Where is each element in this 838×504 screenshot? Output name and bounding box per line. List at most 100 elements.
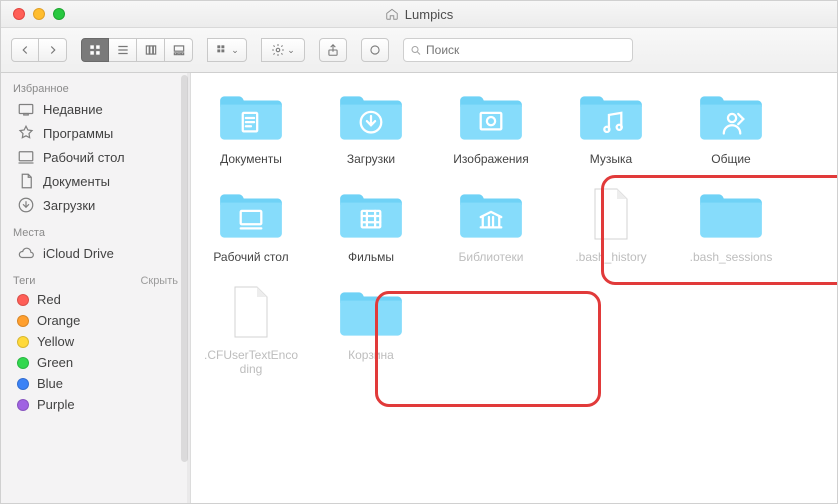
sidebar-item-label: Blue [37,376,63,391]
folder-icon [696,187,766,243]
toolbar: ⌄ ⌄ [1,28,837,73]
forward-button[interactable] [39,38,67,62]
downloads-icon [17,196,35,214]
sidebar-item-label: iCloud Drive [43,246,114,261]
sidebar-tag-red[interactable]: Red [1,289,190,310]
content-area[interactable]: Документы Загрузки Изображения Музыка Общие Р… [191,73,837,503]
folder-item[interactable]: Музыка [563,85,659,167]
recents-icon [17,100,35,118]
folder-item[interactable]: Загрузки [323,85,419,167]
action-group: ⌄ [261,38,305,62]
sidebar: Избранное Недавние Программы Рабочий сто… [1,73,191,503]
file-icon [589,187,633,243]
tag-dot-icon [17,294,29,306]
search-icon [410,44,422,57]
tag-dot-icon [17,357,29,369]
sidebar-item-downloads[interactable]: Загрузки [1,193,190,217]
view-column-button[interactable] [137,38,165,62]
tag-dot-icon [17,399,29,411]
sidebar-header-locations: Места [1,223,190,241]
folder-icon [696,89,766,145]
tag-dot-icon [17,315,29,327]
sidebar-item-label: Red [37,292,61,307]
folder-item[interactable]: Библиотеки [443,183,539,265]
folder-item[interactable]: Изображения [443,85,539,167]
item-label: .bash_history [563,251,659,265]
file-item[interactable]: .CFUserTextEncoding [203,281,299,377]
sidebar-item-label: Программы [43,126,113,141]
arrange-button[interactable]: ⌄ [207,38,247,62]
gear-icon [271,43,285,57]
arrange-group: ⌄ [207,38,247,62]
item-grid: Документы Загрузки Изображения Музыка Общие Р… [203,85,825,377]
sidebar-item-label: Недавние [43,102,103,117]
tags-button[interactable] [361,38,389,62]
sidebar-tag-blue[interactable]: Blue [1,373,190,394]
search-field[interactable] [403,38,633,62]
home-icon [385,7,399,21]
cloud-icon [17,244,35,262]
item-label: Музыка [563,153,659,167]
share-icon [326,43,340,57]
folder-icon [336,285,406,341]
file-item[interactable]: .bash_history [563,183,659,265]
folder-item[interactable]: Фильмы [323,183,419,265]
sidebar-item-recents[interactable]: Недавние [1,97,190,121]
finder-window: Lumpics ⌄ [0,0,838,504]
tag-dot-icon [17,378,29,390]
view-list-button[interactable] [109,38,137,62]
file-icon [229,285,273,341]
folder-icon [336,89,406,145]
chevron-down-icon: ⌄ [231,45,239,56]
desktop-icon [17,148,35,166]
folder-icon [216,89,286,145]
share-button[interactable] [319,38,347,62]
sidebar-header-tags: Теги Скрыть [1,271,190,289]
sidebar-header-favorites: Избранное [1,79,190,97]
body: Избранное Недавние Программы Рабочий сто… [1,73,837,503]
sidebar-item-documents[interactable]: Документы [1,169,190,193]
folder-item[interactable]: .bash_sessions [683,183,779,265]
item-label: Библиотеки [443,251,539,265]
folder-item[interactable]: Общие [683,85,779,167]
view-gallery-button[interactable] [165,38,193,62]
sidebar-tag-yellow[interactable]: Yellow [1,331,190,352]
sidebar-item-label: Green [37,355,73,370]
sidebar-item-label: Purple [37,397,75,412]
folder-icon [456,187,526,243]
view-mode-group [81,38,193,62]
sidebar-tag-orange[interactable]: Orange [1,310,190,331]
sidebar-tag-green[interactable]: Green [1,352,190,373]
folder-item[interactable]: Корзина [323,281,419,377]
folder-icon [336,187,406,243]
chevron-down-icon: ⌄ [287,45,295,56]
sidebar-item-label: Рабочий стол [43,150,125,165]
item-label: Документы [203,153,299,167]
search-input[interactable] [426,43,626,57]
item-label: .CFUserTextEncoding [203,349,299,377]
item-label: Загрузки [323,153,419,167]
tag-icon [368,43,382,57]
item-label: .bash_sessions [683,251,779,265]
hide-link[interactable]: Скрыть [140,275,178,287]
apps-icon [17,124,35,142]
item-label: Корзина [323,349,419,363]
sidebar-item-icloud[interactable]: iCloud Drive [1,241,190,265]
item-label: Рабочий стол [203,251,299,265]
titlebar: Lumpics [1,1,837,28]
folder-icon [216,187,286,243]
action-button[interactable]: ⌄ [261,38,305,62]
sidebar-item-applications[interactable]: Программы [1,121,190,145]
back-button[interactable] [11,38,39,62]
view-icon-button[interactable] [81,38,109,62]
sidebar-item-label: Загрузки [43,198,95,213]
sidebar-scrollbar[interactable] [181,75,188,462]
item-label: Общие [683,153,779,167]
sidebar-item-desktop[interactable]: Рабочий стол [1,145,190,169]
folder-icon [456,89,526,145]
item-label: Фильмы [323,251,419,265]
folder-item[interactable]: Документы [203,85,299,167]
sidebar-tag-purple[interactable]: Purple [1,394,190,415]
window-title: Lumpics [1,7,837,22]
folder-item[interactable]: Рабочий стол [203,183,299,265]
